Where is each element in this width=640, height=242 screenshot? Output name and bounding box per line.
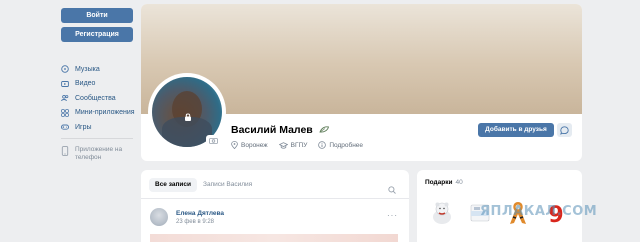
sidebar-item-music[interactable]: Музыка xyxy=(61,62,135,77)
gifts-count: 40 xyxy=(455,179,463,186)
message-icon xyxy=(560,125,569,135)
profile-details-label: Подробнее xyxy=(329,141,364,149)
wall-card: Все записи Записи Василия Елена Дятлева … xyxy=(141,170,409,242)
profile-city: Воронеж xyxy=(231,141,268,149)
location-icon xyxy=(231,141,238,149)
sidebar-item-label: Сообщества xyxy=(75,94,116,102)
leaf-icon xyxy=(319,124,329,136)
sidebar-divider xyxy=(61,138,133,139)
graduation-cap-icon xyxy=(278,141,288,149)
sidebar-item-games[interactable]: Игры xyxy=(61,120,135,135)
profile-name: Василий Малев xyxy=(231,124,313,136)
tab-own-posts[interactable]: Записи Василия xyxy=(197,178,258,192)
bear-gift-icon xyxy=(433,202,451,224)
info-icon xyxy=(318,141,327,149)
sidebar-item-groups[interactable]: Сообщества xyxy=(61,91,135,106)
music-icon xyxy=(61,65,69,73)
sidebar-item-label: Игры xyxy=(75,123,92,131)
wall-divider xyxy=(141,198,409,199)
groups-icon xyxy=(61,94,69,102)
profile-name-row: Василий Малев xyxy=(231,124,329,136)
sidebar-item-video[interactable]: Видео xyxy=(61,77,135,92)
video-icon xyxy=(61,80,69,88)
gift-item[interactable] xyxy=(425,196,459,230)
profile-university-label: ВГПУ xyxy=(290,141,308,149)
sidebar-item-label: Музыка xyxy=(75,65,100,73)
app-promo-label: Приложение на телефон xyxy=(75,146,123,161)
tab-all-posts[interactable]: Все записи xyxy=(149,178,198,192)
gifts-title: Подарки xyxy=(425,179,453,186)
post-author[interactable]: Елена Дятлева xyxy=(176,210,224,217)
profile-meta: Воронеж ВГПУ Подробнее xyxy=(231,141,374,149)
lock-icon xyxy=(183,109,193,121)
app-promo-link[interactable]: Приложение на телефон xyxy=(61,146,127,162)
more-icon[interactable]: ··· xyxy=(387,211,398,220)
post-date[interactable]: 23 фев в 9:28 xyxy=(176,219,214,225)
gifts-header[interactable]: Подарки 40 xyxy=(425,179,463,186)
post-image[interactable] xyxy=(150,234,398,242)
camera-icon[interactable] xyxy=(206,135,220,145)
sidebar-menu: Музыка Видео Сообщества Мини-приложения … xyxy=(61,62,135,135)
games-icon xyxy=(61,123,69,131)
sidebar-item-apps[interactable]: Мини-приложения xyxy=(61,106,135,121)
profile-university: ВГПУ xyxy=(278,141,308,149)
post-author-avatar[interactable] xyxy=(150,208,168,226)
profile-city-label: Воронеж xyxy=(241,141,268,149)
sidebar-item-label: Мини-приложения xyxy=(75,109,135,117)
sidebar-item-label: Видео xyxy=(75,80,96,88)
phone-icon xyxy=(61,146,69,162)
watermark: ЯПЛАКАЛ.COM xyxy=(480,204,598,219)
register-button[interactable]: Регистрация xyxy=(61,27,133,42)
wall-tabs: Все записи Записи Василия xyxy=(149,178,258,192)
profile-card: Василий Малев Воронеж ВГПУ Подробнее Доб… xyxy=(141,4,582,161)
add-friend-button[interactable]: Добавить в друзья xyxy=(478,123,554,137)
login-button[interactable]: Войти xyxy=(61,8,133,23)
message-button[interactable] xyxy=(557,123,572,137)
profile-details-link[interactable]: Подробнее xyxy=(318,141,363,149)
search-icon[interactable] xyxy=(388,181,396,199)
apps-icon xyxy=(61,108,69,117)
